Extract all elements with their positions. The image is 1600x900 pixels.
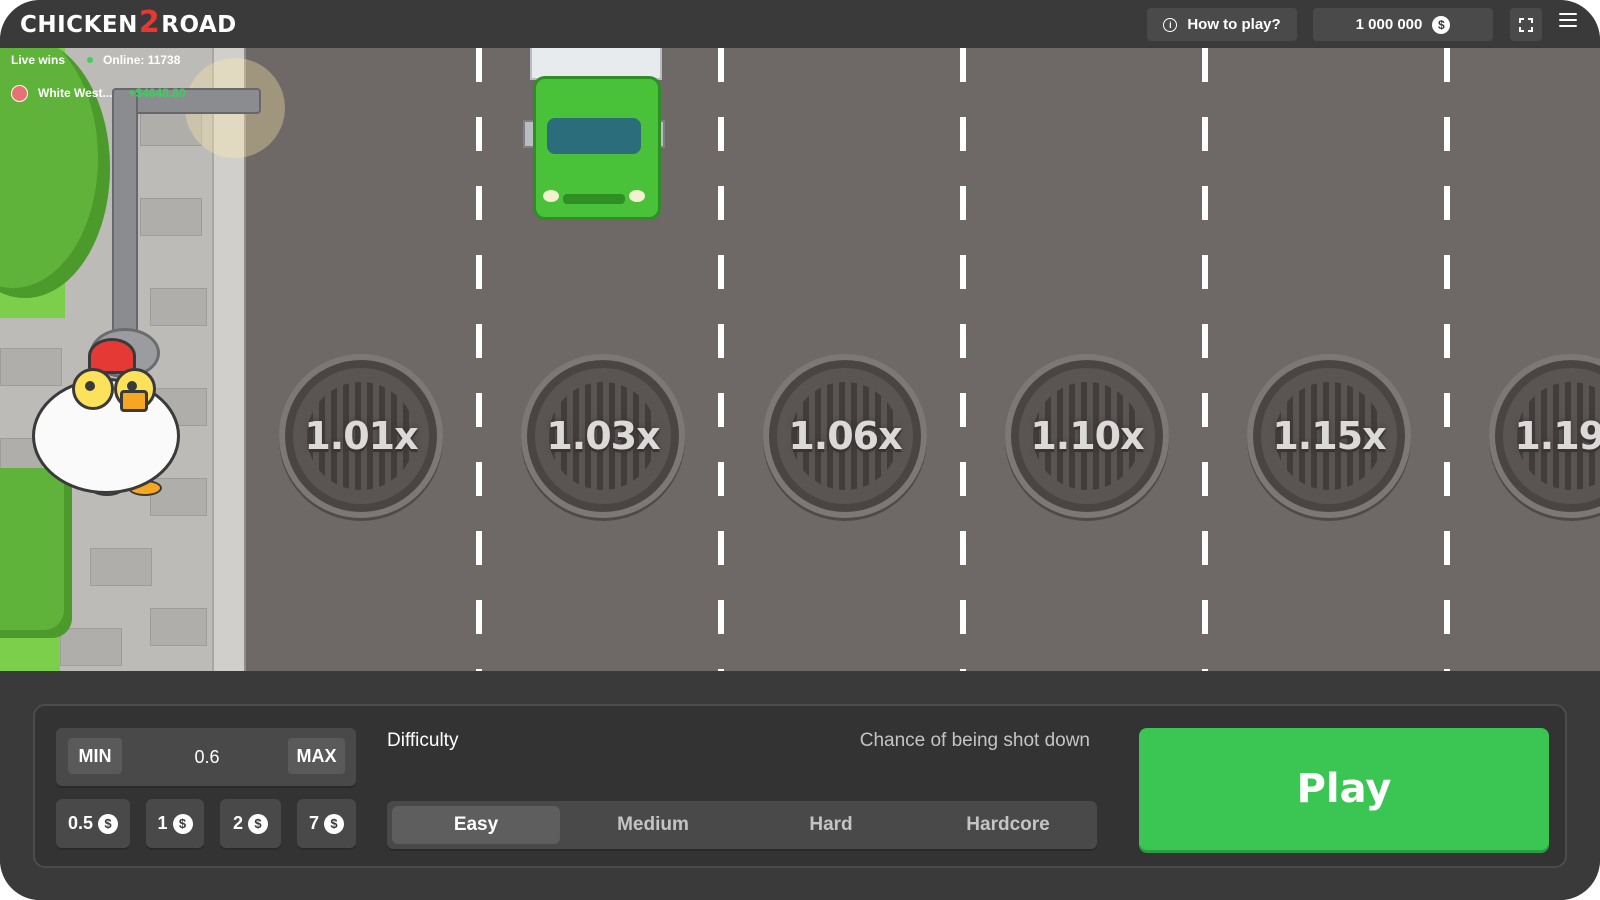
multiplier-label: 1.15x [1272,414,1386,458]
manhole-step-2[interactable]: 1.03x [521,354,685,518]
logo-text-two: 2 [138,4,161,40]
quick-bet-amount: 1 [157,813,168,833]
lane-divider [718,48,724,671]
dollar-coin-icon: $ [1432,15,1451,34]
manhole-step-3[interactable]: 1.06x [763,354,927,518]
control-area: MIN MAX 0.5$ 1$ 2$ 7$ Difficulty Chance … [0,671,1600,900]
quick-bet-amount: 0.5 [67,813,94,833]
multiplier-label: 1.06x [788,414,902,458]
how-to-play-button[interactable]: i How to play? [1147,8,1297,41]
manhole-step-4[interactable]: 1.10x [1005,354,1169,518]
win-amount: +$4648.80 [128,86,186,100]
multiplier-label: 1.19x [1514,414,1600,458]
control-panel: MIN MAX 0.5$ 1$ 2$ 7$ Difficulty Chance … [33,704,1567,868]
game-logo: CHICKEN 2 ROAD [20,5,237,40]
lane-divider [1202,48,1208,671]
street-lamp-pole [112,88,138,352]
difficulty-tab-easy[interactable]: Easy [392,806,560,844]
difficulty-selector: Easy Medium Hard Hardcore [387,801,1097,849]
user-avatar-icon [11,84,28,102]
difficulty-tab-hardcore[interactable]: Hardcore [924,806,1092,844]
multiplier-label: 1.01x [304,414,418,458]
lane-divider [476,48,482,671]
balance-value: 1 000 000 [1355,16,1423,33]
logo-text-road: ROAD [161,12,237,38]
bet-amount-control: MIN MAX [56,728,356,786]
live-wins-bar: Live wins Online: 11738 [11,52,180,68]
difficulty-tab-medium[interactable]: Medium [569,806,737,844]
live-win-row: White West... +$4648.80 [11,84,186,102]
how-to-play-label: How to play? [1187,16,1281,33]
lane-divider [960,48,966,671]
manhole-step-5[interactable]: 1.15x [1247,354,1411,518]
fullscreen-icon [1519,17,1533,32]
info-icon: i [1163,17,1178,32]
online-count-text: Online: 11738 [103,53,181,67]
play-button[interactable]: Play [1139,728,1549,850]
chance-label: Chance of being shot down [859,730,1090,751]
difficulty-tab-hard[interactable]: Hard [747,806,915,844]
online-count: Online: 11738 [87,53,180,67]
quick-bet-button[interactable]: 7 $ [297,799,356,848]
quick-bet-button[interactable]: 2 $ [220,799,281,848]
multiplier-label: 1.10x [1030,414,1144,458]
multiplier-label: 1.03x [546,414,660,458]
balance-display: 1 000 000 $ [1313,8,1493,41]
top-bar: CHICKEN 2 ROAD i How to play? 1 000 000 $ [0,0,1600,48]
difficulty-label: Difficulty [387,730,459,751]
bet-amount-input[interactable] [138,738,276,776]
win-username: White West... [38,86,113,100]
fullscreen-button[interactable] [1510,8,1542,41]
chicken-character [28,338,180,498]
dollar-coin-icon: $ [248,813,268,834]
lane-divider [1444,48,1450,671]
quick-bet-amount: 2 [232,813,243,833]
game-scene: 1.01x 1.03x 1.06x 1.10x 1.15x 1.19x [0,48,1600,671]
live-wins-label: Live wins [11,53,66,67]
game-window: CHICKEN 2 ROAD i How to play? 1 000 000 $ [0,0,1600,900]
min-bet-button[interactable]: MIN [68,738,122,774]
logo-text-chicken: CHICKEN [20,12,138,38]
manhole-step-1[interactable]: 1.01x [279,354,443,518]
dollar-coin-icon: $ [172,813,193,834]
quick-bet-amount: 7 [308,813,319,833]
truck [523,48,665,220]
manhole-step-6[interactable]: 1.19x [1489,354,1600,518]
quick-bet-button[interactable]: 0.5 $ [56,799,130,848]
max-bet-button[interactable]: MAX [288,738,345,774]
online-dot-icon [87,57,94,63]
dollar-coin-icon: $ [324,813,344,834]
dollar-coin-icon: $ [98,813,119,834]
hamburger-menu-icon[interactable] [1559,13,1577,31]
quick-bet-button[interactable]: 1 $ [146,799,204,848]
